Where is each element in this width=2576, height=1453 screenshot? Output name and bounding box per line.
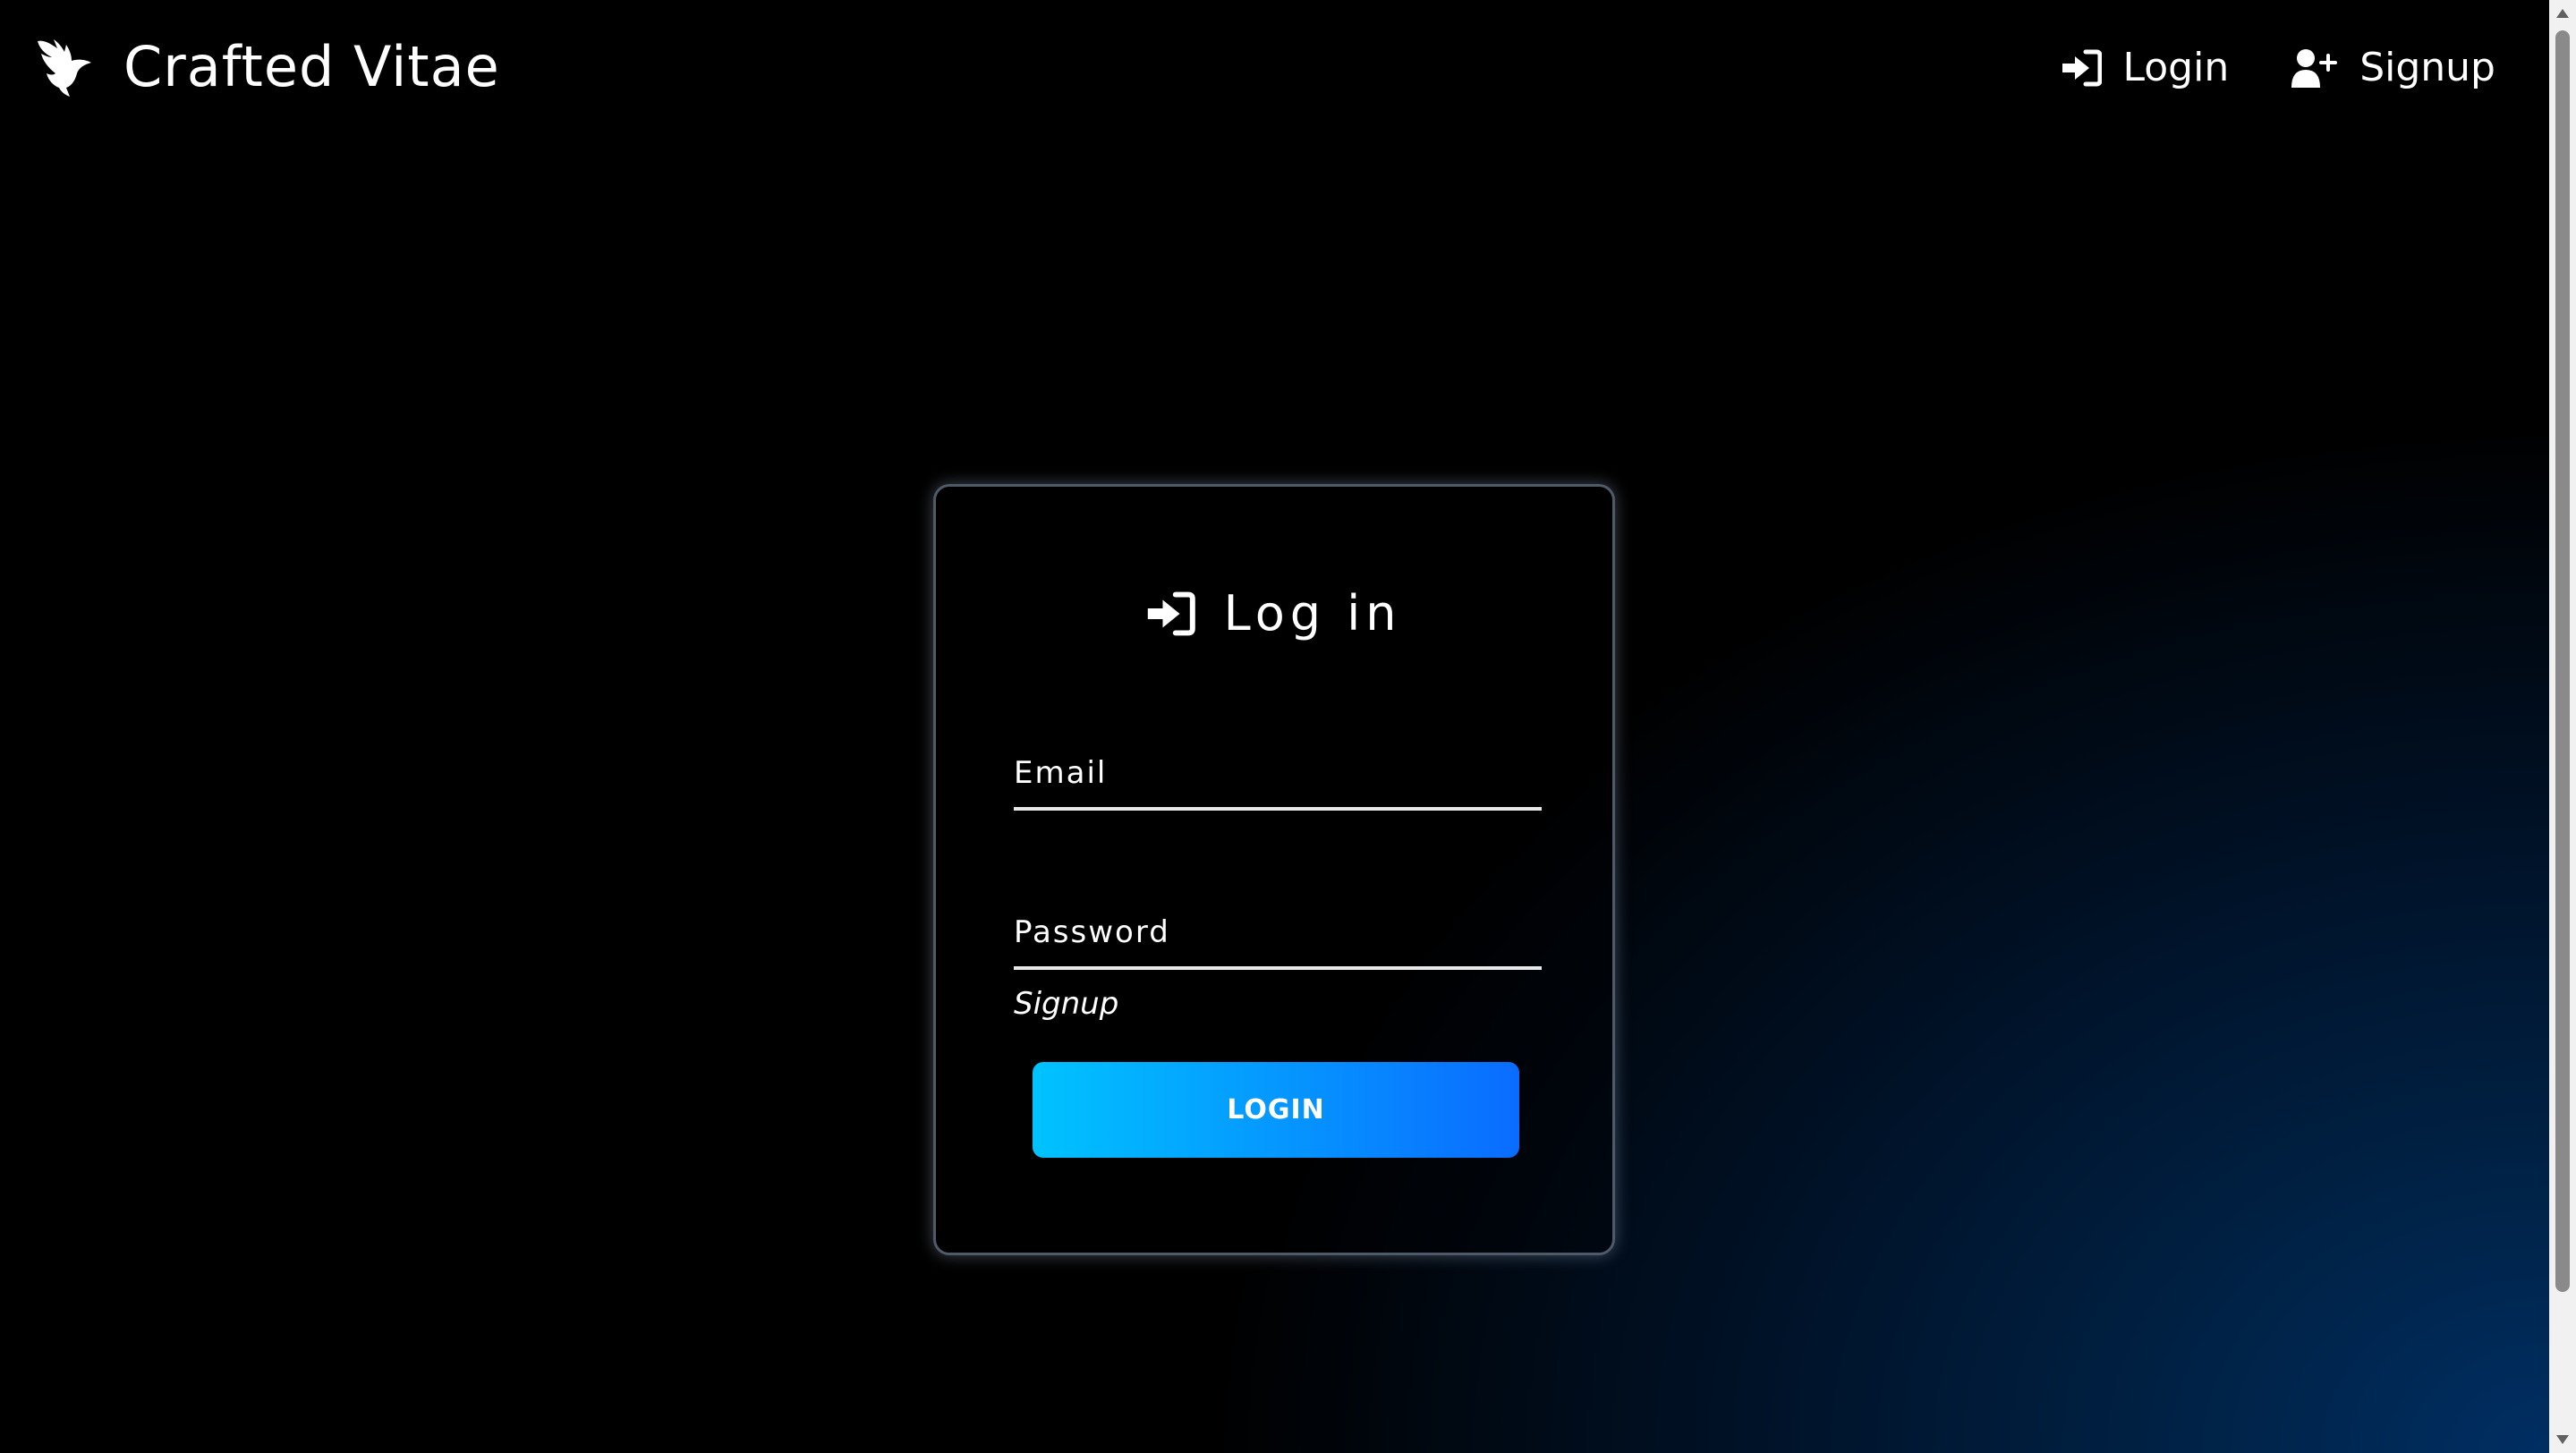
brand-title: Crafted Vitae [123, 34, 500, 99]
login-button[interactable]: LOGIN [1033, 1062, 1519, 1158]
nav-signup-link[interactable]: Signup [2291, 45, 2495, 90]
scrollbar-thumb[interactable] [2555, 30, 2570, 1292]
password-field: Password [1014, 904, 1545, 970]
nav-links: Login Signup [2062, 45, 2495, 90]
scroll-down-arrow-icon[interactable] [2549, 1426, 2576, 1453]
navbar: Crafted Vitae Login Signup [0, 0, 2549, 143]
scroll-up-arrow-icon[interactable] [2549, 0, 2576, 27]
vertical-scrollbar[interactable] [2549, 0, 2576, 1453]
nav-signup-label: Signup [2359, 45, 2495, 90]
brand[interactable]: Crafted Vitae [36, 34, 500, 99]
sign-in-icon [1147, 591, 1195, 635]
signup-link[interactable]: Signup [1014, 986, 1118, 1022]
email-input[interactable] [1014, 744, 1545, 809]
password-input[interactable] [1014, 904, 1545, 968]
bird-icon [38, 38, 91, 97]
login-card-title: Log in [936, 585, 1612, 642]
login-card: Log in Email Password Signup LOGIN [933, 484, 1615, 1255]
nav-login-link[interactable]: Login [2062, 45, 2230, 90]
page: Crafted Vitae Login Signup Log in Email … [0, 0, 2549, 1453]
sign-in-icon [2062, 49, 2102, 86]
nav-login-label: Login [2122, 45, 2230, 90]
user-plus-icon [2291, 48, 2338, 88]
email-field: Email [1014, 744, 1545, 811]
login-title-text: Log in [1223, 585, 1402, 642]
